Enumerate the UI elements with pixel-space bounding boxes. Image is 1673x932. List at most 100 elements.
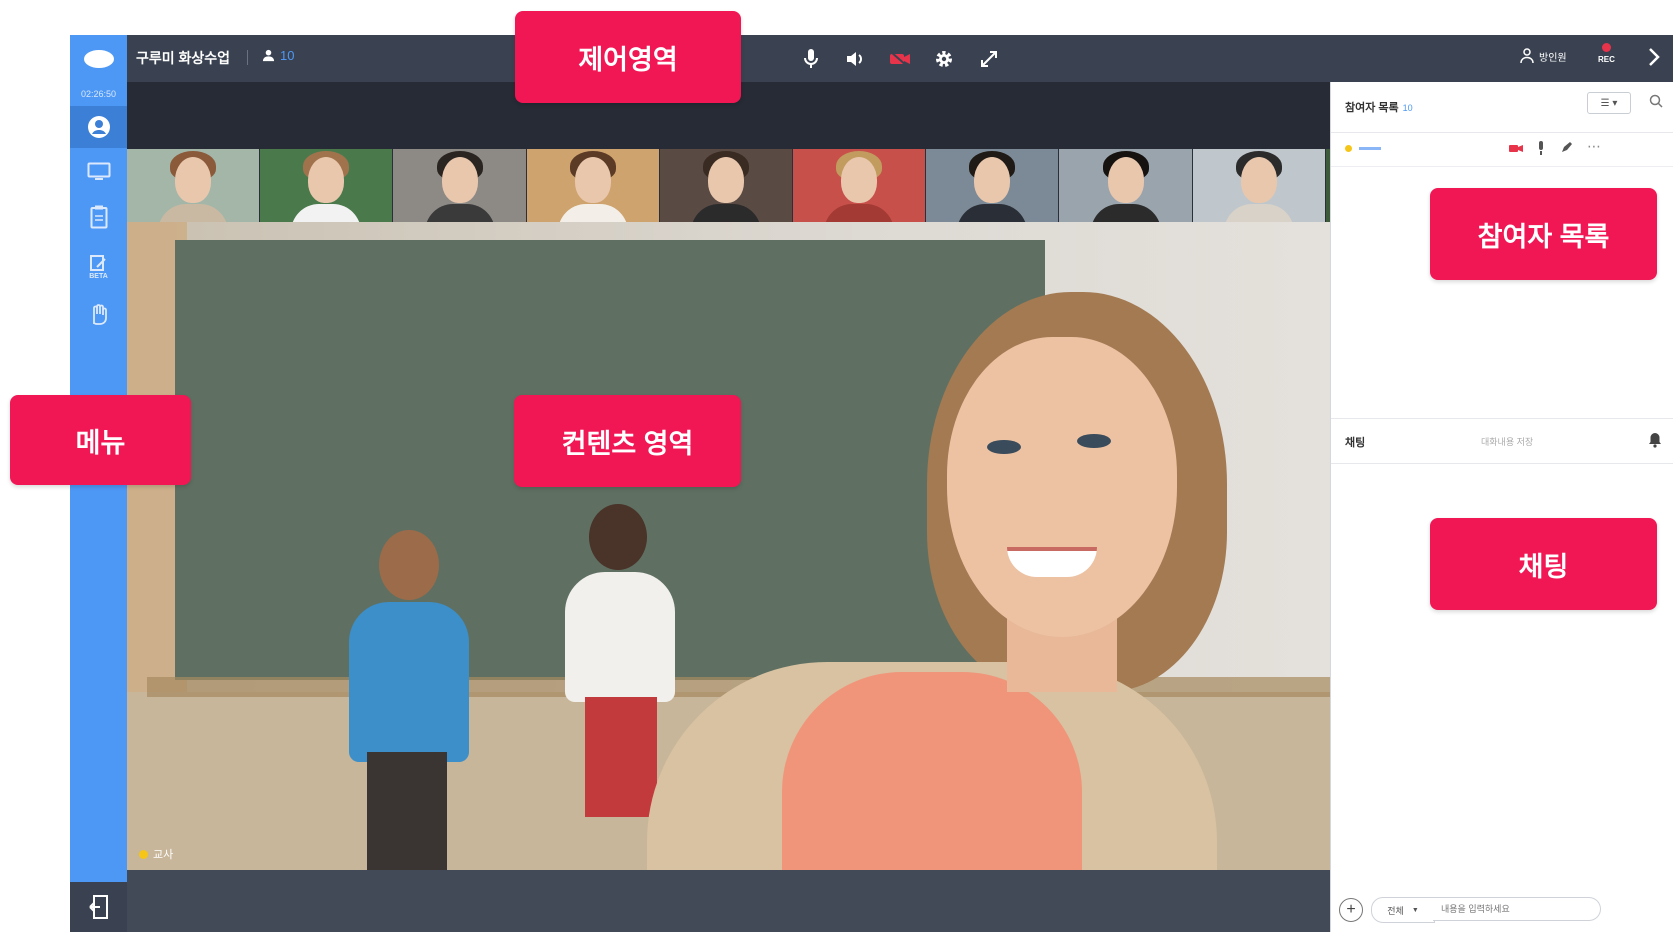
save-chat-link[interactable]: 대화내용 저장 [1481,435,1533,448]
participant-thumbnail[interactable] [260,149,394,222]
camera-off-icon [890,51,910,67]
student-figure-legs [585,697,657,817]
recipient-select[interactable]: 전체 ▼ [1371,897,1435,923]
participant-body [824,204,895,222]
app-logo[interactable] [70,35,127,82]
callout-control-area: 제어영역 [515,11,741,103]
participant-thumbnail[interactable] [127,149,261,222]
student-figure-head [589,504,647,570]
participant-list-title: 참여자 목록 10 [1345,99,1413,115]
camera-toggle-button[interactable] [887,46,913,72]
speaker-button[interactable] [842,46,868,72]
bottom-bar [127,870,1459,932]
menu-item-document[interactable] [70,196,127,238]
room-info-button[interactable]: 방인원 [1520,48,1567,64]
participant-thumbnail[interactable] [659,149,794,222]
menu-item-beta[interactable]: BETA [70,242,127,292]
participant-thumbnail[interactable] [926,149,1060,222]
side-menu: 02:26:50 BETA [70,82,127,932]
participant-thumbnail[interactable] [526,149,660,222]
exit-button[interactable] [70,882,127,932]
main-video-area: 교사 [127,222,1459,870]
chat-input-row: + 전체 ▼ [1331,890,1673,932]
speaker-label: 교사 [139,846,173,862]
record-button[interactable]: REC [1598,43,1615,64]
chat-message-input[interactable] [1433,897,1601,921]
camera-off-icon[interactable] [1509,143,1523,154]
teacher-eye [987,440,1021,454]
fullscreen-button[interactable] [976,46,1002,72]
record-label: REC [1598,55,1615,64]
participant-face [1240,157,1277,203]
speaker-icon [847,52,862,66]
participant-body [557,204,628,222]
beta-label: BETA [89,272,108,280]
participant-face [441,157,478,203]
callout-chatting: 채팅 [1430,518,1657,610]
participant-row[interactable]: ⋯ [1331,132,1673,167]
monitor-icon [87,162,110,180]
top-bar: 구루미 화상수업 10 방인원 REC [70,35,1673,82]
menu-item-screen-share[interactable] [70,151,127,193]
teacher-eye [1077,434,1111,448]
list-view-select[interactable]: ☰ ▾ [1587,92,1631,114]
participant-face [974,157,1011,203]
record-dot-icon [1601,43,1611,52]
participant-thumbnail[interactable] [793,149,927,222]
cloud-logo-icon [83,49,114,68]
participant-face [574,157,611,203]
more-options-icon[interactable]: ⋯ [1587,138,1601,155]
collapse-panel-button[interactable] [1648,47,1660,72]
participant-list-title-text: 참여자 목록 [1345,102,1399,114]
exit-door-icon [88,895,108,919]
participant-body [1090,204,1161,222]
student-figure-head [379,530,439,600]
participant-body [424,204,495,222]
gear-icon [936,51,952,67]
participant-face [707,157,744,203]
hand-icon [92,304,107,325]
participant-body [291,204,362,222]
student-figure [349,602,469,762]
participant-name-placeholder [1359,147,1381,150]
participant-count: 10 [262,48,294,63]
person-outline-icon [1520,48,1534,64]
participant-face [1107,157,1144,203]
callout-content-area: 컨텐츠 영역 [514,395,741,487]
participant-list-count: 10 [1402,103,1413,113]
settings-button[interactable] [931,46,957,72]
recipient-select-value: 전체 [1387,905,1404,916]
student-figure-legs [367,752,447,870]
participant-count-value: 10 [280,48,295,63]
callout-menu: 메뉴 [10,395,191,485]
room-info-label: 방인원 [1539,52,1567,64]
class-timer: 02:26:50 [80,89,117,99]
participant-face [308,157,345,203]
menu-item-raise-hand[interactable] [70,294,127,336]
chevron-down-icon: ▼ [1411,906,1419,914]
microphone-icon[interactable] [1537,141,1545,155]
speaker-name: 교사 [153,849,174,861]
participant-thumbnail[interactable] [1192,149,1326,222]
microphone-icon [804,49,818,68]
user-circle-icon [87,116,110,138]
student-figure [565,572,675,702]
participant-face [841,157,878,203]
participant-body [957,204,1028,222]
participant-body [1223,204,1294,222]
participant-thumbnail[interactable] [1059,149,1193,222]
participant-body [158,204,229,222]
pencil-icon[interactable] [1561,141,1573,153]
search-icon[interactable] [1649,94,1663,108]
attach-button[interactable]: + [1339,898,1363,922]
chat-header: 채팅 대화내용 저장 [1331,418,1673,464]
clipboard-icon [90,205,107,229]
microphone-button[interactable] [798,46,824,72]
bell-icon[interactable] [1648,432,1662,448]
participant-body [690,204,761,222]
speaker-dot-icon [139,849,148,859]
menu-item-participants[interactable] [70,106,127,148]
expand-icon [981,51,997,67]
participant-thumbnail[interactable] [393,149,527,222]
teacher-top [782,672,1082,870]
